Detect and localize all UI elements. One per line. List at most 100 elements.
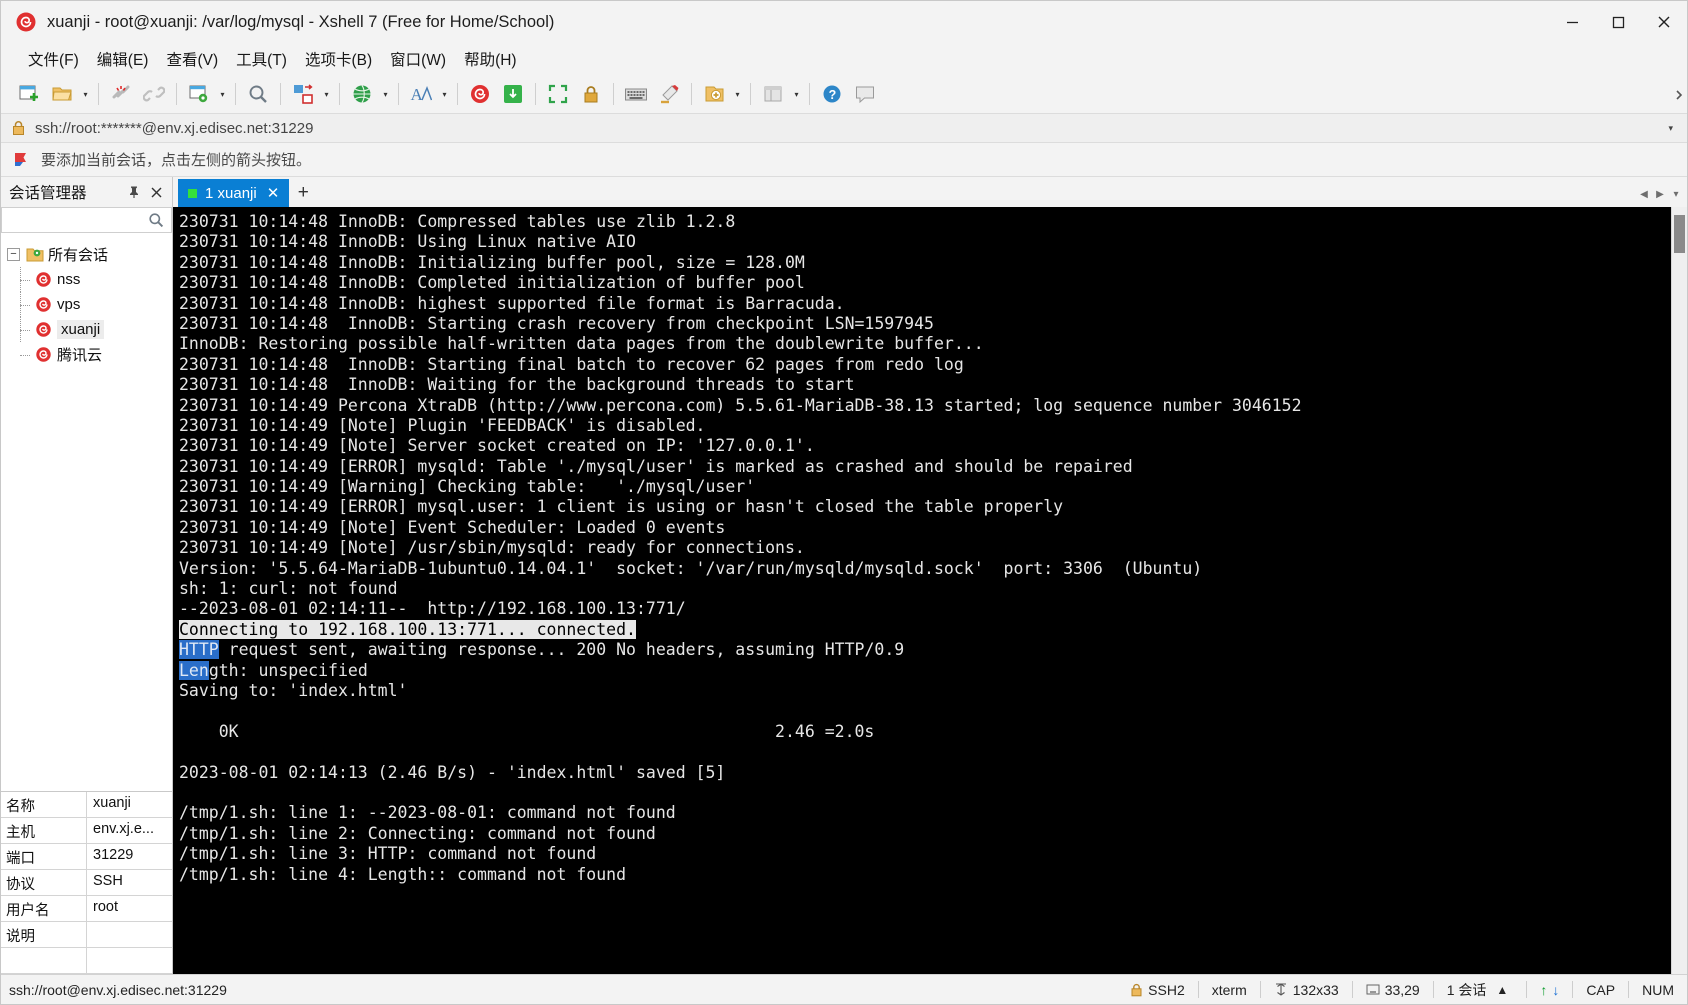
property-key: 说明	[1, 922, 87, 947]
terminal-text: request sent, awaiting response... 200 N…	[218, 640, 905, 660]
pin-icon[interactable]	[124, 182, 144, 202]
new-session-icon[interactable]	[13, 79, 45, 109]
session-manager-panel: 会话管理器 − 所有会话 nss vps xuanji 腾讯云 名称 xuanj…	[1, 177, 173, 974]
toolbar-separator	[235, 83, 236, 105]
globe-icon[interactable]	[346, 79, 378, 109]
toolbar-overflow[interactable]	[1673, 83, 1687, 105]
add-note-caret-icon[interactable]: ▾	[731, 79, 744, 109]
open-folder-icon[interactable]	[46, 79, 78, 109]
lock-icon[interactable]	[575, 79, 607, 109]
tree-label-xuanji: xuanji	[57, 320, 105, 339]
search-icon[interactable]	[148, 212, 164, 228]
status-sessions[interactable]: 1 会话 ▲	[1434, 980, 1527, 1000]
notice-text: 要添加当前会话，点击左侧的箭头按钮。	[41, 152, 312, 169]
property-value: SSH	[93, 873, 123, 889]
status-cap-label: CAP	[1586, 981, 1616, 998]
search-input[interactable]	[1, 207, 172, 233]
terminal-line: 230731 10:14:49 [Note] Event Scheduler: …	[179, 517, 726, 537]
tree-node-tencent-cloud[interactable]: 腾讯云	[1, 342, 172, 367]
xftp-icon[interactable]	[497, 79, 529, 109]
terminal-line: /tmp/1.sh: line 1: --2023-08-01: command…	[179, 803, 676, 823]
menu-help[interactable]: 帮助(H)	[455, 44, 526, 74]
terminal-selection: HTTP	[179, 640, 219, 660]
tree-label-tencent-cloud: 腾讯云	[57, 347, 103, 364]
menu-tools[interactable]: 工具(T)	[227, 44, 296, 74]
menu-tabs[interactable]: 选项卡(B)	[296, 44, 381, 74]
scrollbar-thumb[interactable]	[1674, 215, 1685, 253]
terminal-selection: Len	[179, 660, 209, 680]
terminal-line: 230731 10:14:49 [Note] Server socket cre…	[179, 436, 815, 456]
title-bar: xuanji - root@xuanji: /var/log/mysql - X…	[1, 1, 1687, 43]
menu-view[interactable]: 查看(V)	[157, 44, 227, 74]
address-bar[interactable]: ssh://root:*******@env.xj.edisec.net:312…	[1, 113, 1687, 143]
xshell-window: xuanji - root@xuanji: /var/log/mysql - X…	[0, 0, 1688, 1005]
transfer-icon[interactable]	[287, 79, 319, 109]
tab-xuanji[interactable]: 1 xuanji ✕	[178, 179, 290, 207]
tab-scroll-left-icon[interactable]: ◀	[1637, 181, 1651, 207]
lock-icon	[11, 120, 29, 136]
close-button[interactable]	[1641, 1, 1687, 43]
font-caret-icon[interactable]: ▾	[438, 79, 451, 109]
sessions-caret-icon[interactable]: ▲	[1491, 983, 1513, 997]
transfer-caret-icon[interactable]: ▾	[320, 79, 333, 109]
terminal-scrollbar[interactable]	[1671, 207, 1687, 974]
connect-link-icon[interactable]	[138, 79, 170, 109]
status-size: 132x33	[1261, 982, 1352, 998]
terminal-line: 230731 10:14:49 [Note] /usr/sbin/mysqld:…	[179, 538, 805, 558]
expander-icon[interactable]: −	[7, 248, 20, 261]
open-folder-caret-icon[interactable]: ▾	[79, 79, 92, 109]
new-tab-button[interactable]: +	[289, 179, 317, 207]
property-row: 说明	[1, 922, 172, 948]
menu-file[interactable]: 文件(F)	[19, 44, 88, 74]
session-properties-caret-icon[interactable]: ▾	[216, 79, 229, 109]
minimize-button[interactable]	[1549, 1, 1595, 43]
terminal-output[interactable]: 230731 10:14:48 InnoDB: Compressed table…	[173, 207, 1671, 974]
property-key: 协议	[1, 870, 87, 895]
property-row: 协议 SSH	[1, 870, 172, 896]
property-value	[87, 948, 172, 973]
tree-node-vps[interactable]: vps	[1, 292, 172, 317]
add-note-icon[interactable]	[698, 79, 730, 109]
menu-bar: 文件(F) 编辑(E) 查看(V) 工具(T) 选项卡(B) 窗口(W) 帮助(…	[1, 43, 1687, 75]
terminal-wrapper: 230731 10:14:48 InnoDB: Compressed table…	[173, 207, 1687, 974]
tab-status-dot-icon	[188, 188, 197, 198]
xshell-spiral-icon	[15, 11, 37, 33]
keyboard-icon[interactable]	[620, 79, 652, 109]
maximize-button[interactable]	[1595, 1, 1641, 43]
session-properties-icon[interactable]	[183, 79, 215, 109]
highlight-icon[interactable]	[653, 79, 685, 109]
tree-node-nss[interactable]: nss	[1, 267, 172, 292]
property-row	[1, 948, 172, 974]
toolbar-separator	[750, 83, 751, 105]
fullscreen-icon[interactable]	[542, 79, 574, 109]
help-icon[interactable]: ?	[816, 79, 848, 109]
toolbar-separator	[809, 83, 810, 105]
property-value: 31229	[93, 847, 134, 863]
cursor-icon	[1366, 983, 1380, 996]
xshell-icon[interactable]	[464, 79, 496, 109]
address-url[interactable]: ssh://root:*******@env.xj.edisec.net:312…	[35, 120, 313, 137]
tab-close-icon[interactable]: ✕	[265, 184, 282, 202]
disconnect-icon[interactable]	[105, 79, 137, 109]
comment-icon[interactable]	[849, 79, 881, 109]
tree-node-all-sessions[interactable]: − 所有会话	[1, 242, 172, 267]
font-icon[interactable]: A	[405, 79, 437, 109]
globe-caret-icon[interactable]: ▾	[379, 79, 392, 109]
tree-label-all-sessions: 所有会话	[48, 247, 109, 264]
menu-edit[interactable]: 编辑(E)	[88, 44, 158, 74]
terminal-line: /tmp/1.sh: line 3: HTTP: command not fou…	[179, 844, 597, 864]
tab-scroll-right-icon[interactable]: ▶	[1653, 181, 1667, 207]
tab-menu-caret-icon[interactable]: ▾	[1669, 181, 1683, 207]
layout-caret-icon[interactable]: ▾	[790, 79, 803, 109]
address-dropdown-caret-icon[interactable]: ▾	[1668, 123, 1677, 134]
menu-window[interactable]: 窗口(W)	[381, 44, 455, 74]
terminal-line: 230731 10:14:48 InnoDB: Using Linux nati…	[179, 232, 636, 252]
find-icon[interactable]	[242, 79, 274, 109]
toolbar-separator	[398, 83, 399, 105]
toolbar-separator	[176, 83, 177, 105]
close-icon[interactable]	[146, 182, 166, 202]
notice-bar: 要添加当前会话，点击左侧的箭头按钮。	[1, 143, 1687, 177]
tree-node-xuanji[interactable]: xuanji	[1, 317, 172, 342]
layout-icon[interactable]	[757, 79, 789, 109]
